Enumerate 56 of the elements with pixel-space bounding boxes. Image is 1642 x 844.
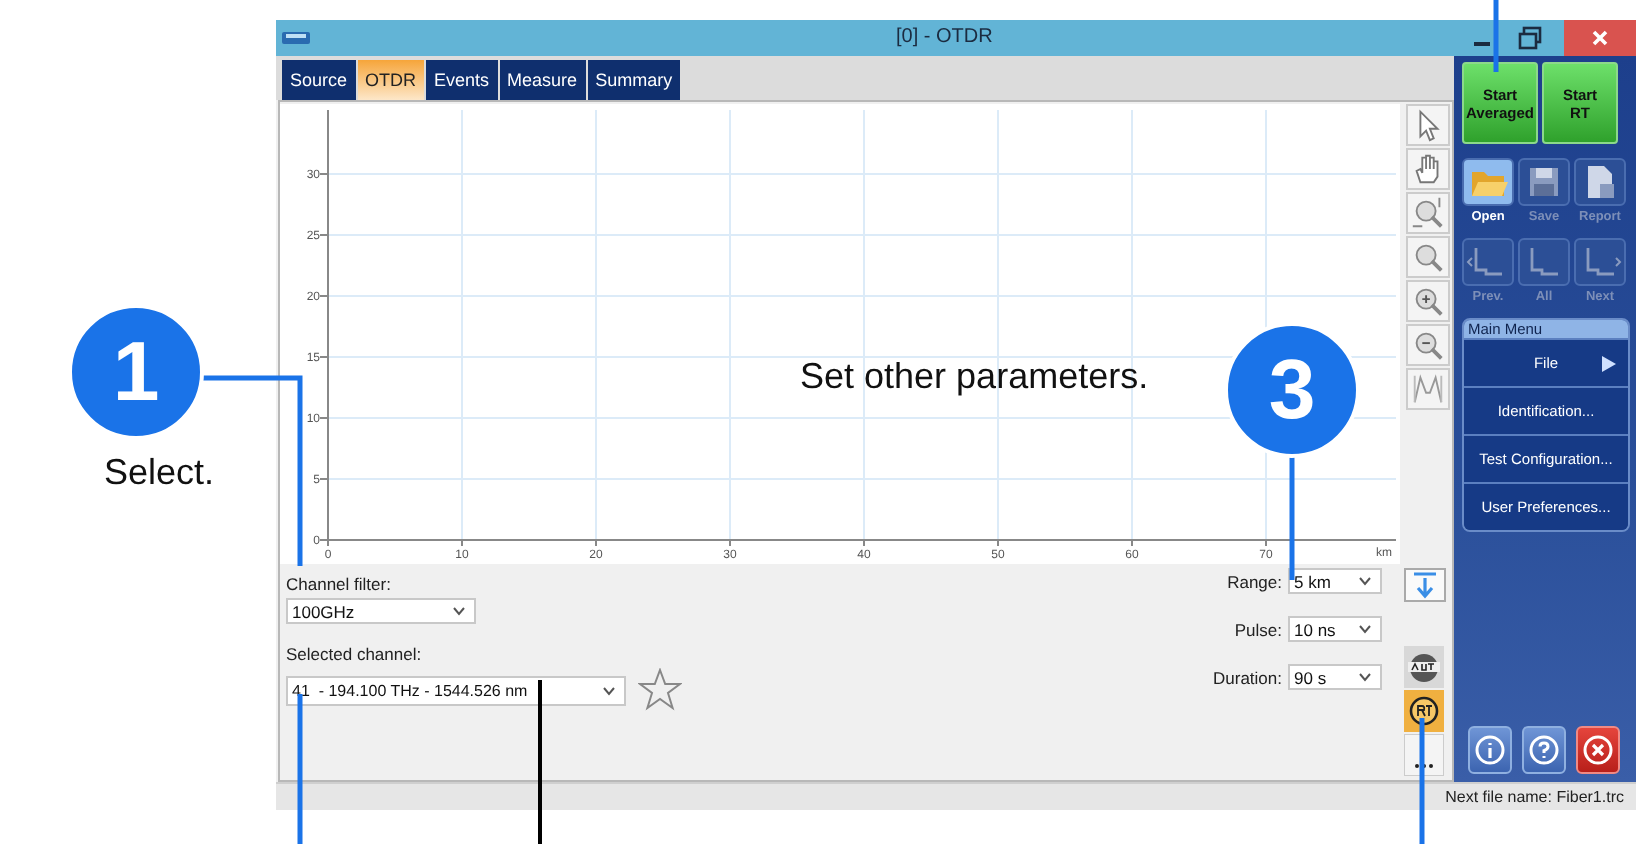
- status-text: Next file name: Fiber1.trc: [1445, 788, 1624, 806]
- app-icon: [282, 28, 310, 48]
- tab[interactable]: OTDR: [357, 60, 425, 100]
- dropdown[interactable]: 100GHz: [286, 598, 476, 624]
- tab[interactable]: Measure: [499, 60, 586, 100]
- close-icon: [1590, 28, 1610, 48]
- download-icon[interactable]: [1404, 568, 1446, 602]
- chevron-icon: [452, 606, 466, 616]
- document-icon: [1574, 158, 1626, 206]
- field-label: Duration:: [1213, 667, 1282, 687]
- help-button[interactable]: [1522, 726, 1566, 774]
- dropdown[interactable]: 5 km: [1288, 568, 1382, 594]
- tab[interactable]: Events: [426, 60, 498, 100]
- pointer-icon[interactable]: [1406, 104, 1450, 146]
- floppy-icon: [1518, 158, 1570, 206]
- tab[interactable]: Source: [282, 60, 356, 100]
- fit-icon[interactable]: [1406, 368, 1450, 410]
- field-label: Channel filter:: [286, 574, 393, 594]
- close-icon: [1582, 734, 1614, 766]
- callout-number: 1: [68, 304, 204, 440]
- tab[interactable]: Summary: [587, 60, 681, 100]
- chevron-icon: [1358, 624, 1372, 634]
- zoom-icon[interactable]: [1406, 192, 1450, 234]
- field-label: Pulse:: [1234, 619, 1282, 639]
- maximize-icon[interactable]: [1516, 24, 1544, 52]
- trace-icon: [1518, 238, 1570, 286]
- chevron-icon: [1358, 672, 1372, 682]
- dropdown[interactable]: 41 - 194.100 THz - 1544.526 nm: [286, 675, 626, 705]
- info-icon: [1474, 734, 1506, 766]
- callout-text: Set other parameters.: [800, 356, 1149, 398]
- auto-gear-icon[interactable]: [1404, 646, 1444, 688]
- chevron-icon: [1358, 576, 1372, 586]
- dropdown[interactable]: 90 s: [1288, 664, 1382, 690]
- trace-icon: [1574, 238, 1626, 286]
- zoom-in-icon[interactable]: [1406, 280, 1450, 322]
- window-title: [0] - OTDR: [896, 26, 993, 48]
- exit-button[interactable]: [1576, 726, 1620, 774]
- help-icon: [1528, 734, 1560, 766]
- star-icon[interactable]: [638, 668, 682, 712]
- leader-line: [1419, 718, 1425, 844]
- rt-icon[interactable]: [1404, 690, 1444, 732]
- chevron-icon: [602, 685, 616, 695]
- close-button[interactable]: [1564, 20, 1636, 56]
- zoom-out-icon[interactable]: [1406, 324, 1450, 366]
- submenu-arrow-icon: [1600, 355, 1616, 371]
- trace-icon: [1462, 238, 1514, 286]
- folder-icon: [1462, 158, 1514, 206]
- info-button[interactable]: [1468, 726, 1512, 774]
- leader-line: [1289, 456, 1295, 580]
- leader-line: [1493, 0, 1499, 72]
- dropdown[interactable]: 10 ns: [1288, 616, 1382, 642]
- callout-text: Select.: [104, 452, 215, 494]
- field-label: Selected channel:: [286, 644, 424, 664]
- field-label: Range:: [1227, 571, 1282, 591]
- hand-icon[interactable]: [1406, 148, 1450, 190]
- zoom-icon[interactable]: [1406, 236, 1450, 278]
